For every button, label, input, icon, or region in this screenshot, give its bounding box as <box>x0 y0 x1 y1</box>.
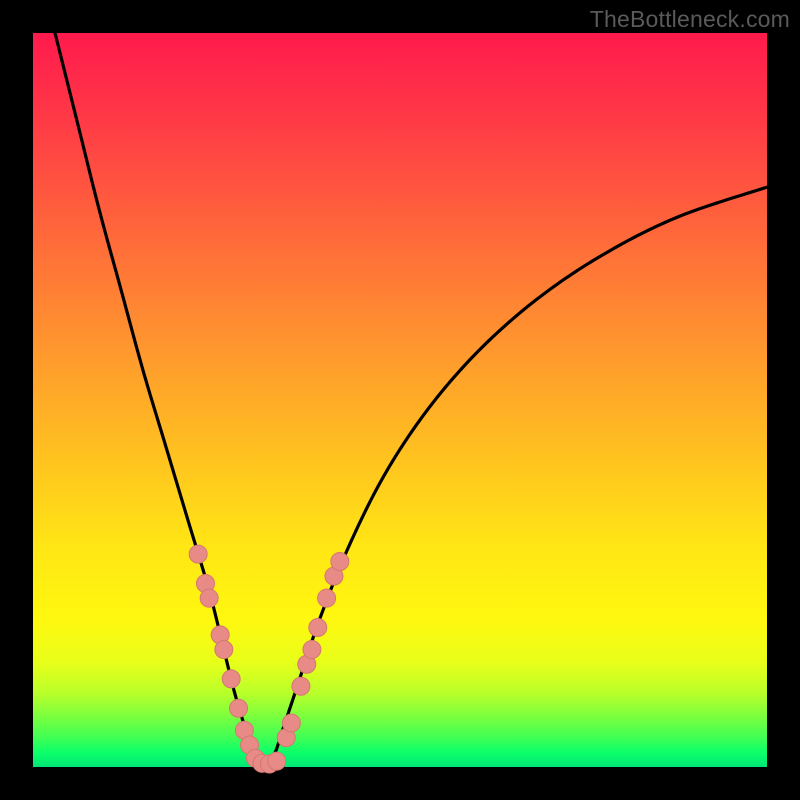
data-marker <box>318 589 336 607</box>
data-markers-group <box>189 545 349 773</box>
chart-frame: TheBottleneck.com <box>0 0 800 800</box>
data-marker <box>222 670 240 688</box>
data-marker <box>215 641 233 659</box>
data-marker <box>230 699 248 717</box>
data-marker <box>189 545 207 563</box>
watermark-text: TheBottleneck.com <box>590 6 790 33</box>
plot-area <box>33 33 767 767</box>
data-marker <box>282 714 300 732</box>
data-marker <box>303 641 321 659</box>
data-marker <box>309 619 327 637</box>
bottleneck-curve <box>55 33 767 765</box>
data-marker <box>331 552 349 570</box>
data-marker <box>268 752 286 770</box>
data-marker <box>292 677 310 695</box>
data-marker <box>200 589 218 607</box>
chart-svg <box>33 33 767 767</box>
